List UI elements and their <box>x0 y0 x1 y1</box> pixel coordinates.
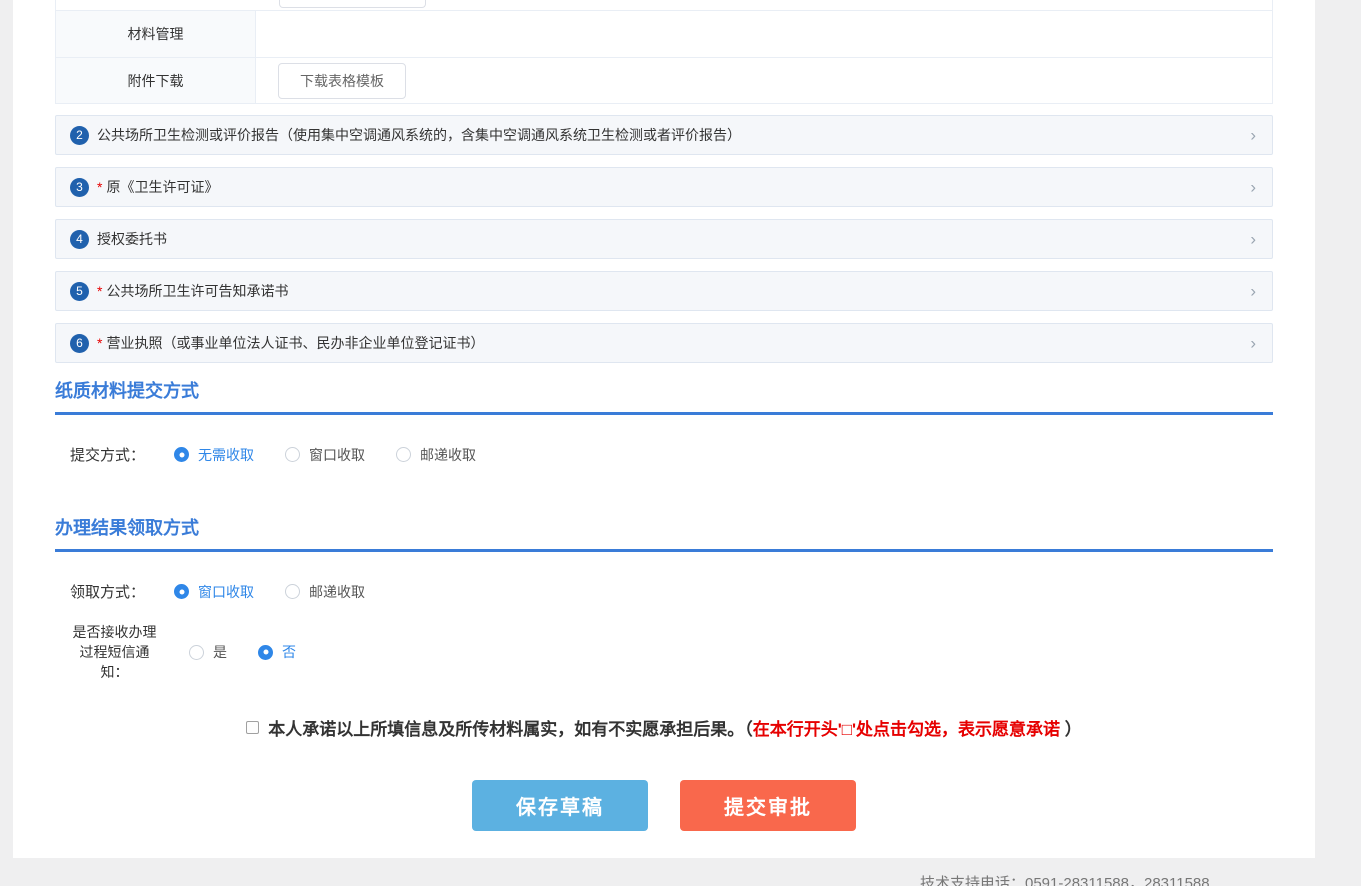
table-row <box>56 0 1272 10</box>
sms-notify-row: 是否接收办理 过程短信通 知： 是 否 <box>55 622 1273 682</box>
chevron-right-icon[interactable]: › <box>1250 127 1256 144</box>
item-number-badge: 6 <box>70 334 89 353</box>
commitment-red-hint: 在本行开头'□'处点击勾选，表示愿意承诺 <box>753 720 1060 739</box>
row-label-attachment-download: 附件下载 <box>56 58 256 103</box>
commitment-text: 本人承诺以上所填信息及所传材料属实，如有不实愿承担后果。（在本行开头'□'处点击… <box>268 715 1082 740</box>
material-item-label: 营业执照（或事业单位法人证书、民办非企业单位登记证书） <box>106 333 484 353</box>
required-asterisk: * <box>97 335 102 351</box>
submit-method-row: 提交方式： 无需收取 窗口收取 邮递收取 <box>55 444 1273 465</box>
material-item-label: 公共场所卫生许可告知承诺书 <box>106 281 288 301</box>
chevron-right-icon[interactable]: › <box>1250 231 1256 248</box>
save-draft-button[interactable]: 保存草稿 <box>472 780 648 831</box>
sms-notify-label: 是否接收办理 过程短信通 知： <box>55 622 174 682</box>
item-number-badge: 5 <box>70 282 89 301</box>
radio-mail-collect[interactable]: 邮递收取 <box>285 582 365 602</box>
chevron-right-icon[interactable]: › <box>1250 335 1256 352</box>
row-content-material-management <box>256 11 1272 57</box>
radio-icon[interactable] <box>174 447 189 462</box>
material-item-label: 原《卫生许可证》 <box>106 177 218 197</box>
material-item-6[interactable]: 6 * 营业执照（或事业单位法人证书、民办非企业单位登记证书） › <box>55 323 1273 363</box>
radio-icon[interactable] <box>189 645 204 660</box>
required-asterisk: * <box>97 179 102 195</box>
support-phone-text: 技术支持电话：0591-28311588，28311588 <box>920 872 1210 886</box>
download-template-button[interactable]: 下载表格模板 <box>278 63 406 99</box>
required-asterisk: * <box>97 283 102 299</box>
section-title-paper-submit: 纸质材料提交方式 <box>55 363 1273 415</box>
radio-icon[interactable] <box>285 447 300 462</box>
content-card: 材料管理 附件下载 下载表格模板 2 * 公共场所卫生检测或评价报告（使用集中空… <box>13 0 1315 858</box>
material-item-2[interactable]: 2 * 公共场所卫生检测或评价报告（使用集中空调通风系统的，含集中空调通风系统卫… <box>55 115 1273 155</box>
radio-icon[interactable] <box>285 584 300 599</box>
item-number-badge: 3 <box>70 178 89 197</box>
row-label-material-management: 材料管理 <box>56 11 256 57</box>
section-title-result-pickup: 办理结果领取方式 <box>55 465 1273 552</box>
radio-mail-pickup[interactable]: 邮递收取 <box>396 445 476 465</box>
radio-icon[interactable] <box>396 447 411 462</box>
item-number-badge: 4 <box>70 230 89 249</box>
pickup-method-row: 领取方式： 窗口收取 邮递收取 <box>55 581 1273 602</box>
radio-icon[interactable] <box>174 584 189 599</box>
radio-icon[interactable] <box>258 645 273 660</box>
material-item-label: 公共场所卫生检测或评价报告（使用集中空调通风系统的，含集中空调通风系统卫生检测或… <box>97 125 741 145</box>
item-number-badge: 2 <box>70 126 89 145</box>
radio-sms-yes[interactable]: 是 <box>189 642 227 662</box>
radio-window-collect[interactable]: 窗口收取 <box>174 582 254 602</box>
submit-method-label: 提交方式： <box>70 444 174 465</box>
info-table: 材料管理 附件下载 下载表格模板 <box>55 0 1273 104</box>
commitment-row: 本人承诺以上所填信息及所传材料属实，如有不实愿承担后果。（在本行开头'□'处点击… <box>55 715 1273 740</box>
radio-no-pickup-needed[interactable]: 无需收取 <box>174 445 254 465</box>
radio-sms-no[interactable]: 否 <box>258 642 296 662</box>
material-item-label: 授权委托书 <box>97 229 167 249</box>
material-item-5[interactable]: 5 * 公共场所卫生许可告知承诺书 › <box>55 271 1273 311</box>
action-button-row: 保存草稿 提交审批 <box>55 780 1273 831</box>
radio-window-pickup[interactable]: 窗口收取 <box>285 445 365 465</box>
partial-button-top[interactable] <box>279 0 426 8</box>
table-row: 材料管理 <box>56 10 1272 57</box>
chevron-right-icon[interactable]: › <box>1250 283 1256 300</box>
chevron-right-icon[interactable]: › <box>1250 179 1256 196</box>
pickup-method-label: 领取方式： <box>70 581 174 602</box>
table-row: 附件下载 下载表格模板 <box>56 57 1272 103</box>
material-item-4[interactable]: 4 * 授权委托书 › <box>55 219 1273 259</box>
submit-approval-button[interactable]: 提交审批 <box>680 780 856 831</box>
row-content-attachment-download: 下载表格模板 <box>256 58 1272 103</box>
commitment-checkbox[interactable] <box>246 721 259 734</box>
material-item-3[interactable]: 3 * 原《卫生许可证》 › <box>55 167 1273 207</box>
